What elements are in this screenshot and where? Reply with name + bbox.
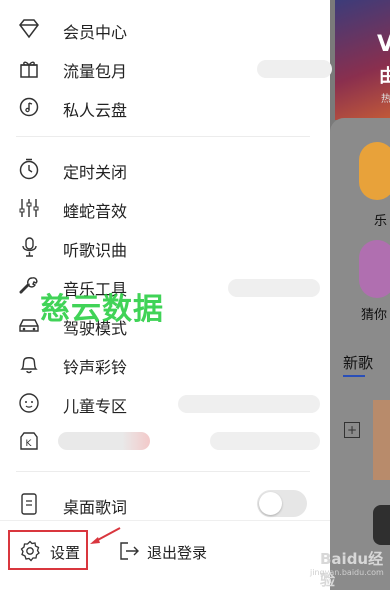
divider: [16, 471, 310, 472]
phone-lyrics-icon: [17, 493, 41, 515]
baidu-watermark-sub: jingyan.baidu.com: [310, 568, 384, 577]
menu-item-sleep-timer[interactable]: 定时关闭: [0, 150, 330, 188]
menu-item-cloud-drive[interactable]: 私人云盘: [0, 88, 330, 126]
settings-button[interactable]: 设置: [8, 530, 88, 570]
menu-item-label: 蝰蛇音效: [63, 202, 128, 221]
menu-item-label: 桌面歌词: [63, 498, 128, 517]
gift-icon: [17, 57, 41, 79]
gear-icon: [19, 540, 41, 562]
timer-icon: [17, 158, 41, 180]
blurred-label: [58, 432, 150, 450]
menu-item-ringtones[interactable]: 铃声彩铃: [0, 345, 330, 383]
menu-item-label: 听歌识曲: [63, 241, 128, 260]
menu-item-label: 定时关闭: [63, 163, 128, 182]
logout-icon: [118, 540, 140, 562]
placeholder-badge: [178, 395, 320, 413]
equalizer-icon: [17, 197, 41, 219]
cloud-music-icon: [17, 96, 41, 118]
album-thumbnail[interactable]: [373, 400, 390, 480]
car-icon: [17, 314, 41, 336]
player-thumbnail[interactable]: [373, 505, 390, 545]
logout-button[interactable]: 退出登录: [118, 538, 228, 568]
background-app: V 由 热 乐 猜你 新歌 +: [330, 0, 390, 590]
add-icon[interactable]: +: [344, 422, 360, 438]
menu-item-vip[interactable]: 会员中心: [0, 10, 330, 48]
tab-underline: [343, 375, 365, 377]
tab-new-songs[interactable]: 新歌: [343, 352, 373, 373]
svg-text:K: K: [26, 439, 33, 449]
diamond-icon: [17, 18, 41, 40]
menu-item-label: 流量包月: [63, 62, 128, 81]
placeholder-badge: [228, 279, 320, 297]
divider: [16, 136, 310, 137]
watermark-text: 慈云数据: [40, 292, 164, 327]
banner-letter: V: [377, 32, 390, 57]
menu-item-label: 会员中心: [63, 23, 128, 42]
banner-sub: 热: [381, 94, 390, 105]
settings-label: 设置: [50, 544, 81, 562]
music-category-icon[interactable]: [359, 142, 390, 200]
logout-label: 退出登录: [147, 544, 208, 562]
baidu-watermark: Baidu经验 jingyan.baidu.com: [290, 540, 385, 589]
background-banner[interactable]: V 由 热: [335, 0, 390, 120]
annotation-arrow: [90, 527, 121, 544]
menu-item-song-recognition[interactable]: 听歌识曲: [0, 228, 330, 266]
menu-item-sound-effects[interactable]: 蝰蛇音效: [0, 189, 330, 227]
kid-face-icon: [17, 392, 41, 414]
wrench-icon: [17, 275, 41, 297]
guess-category-icon[interactable]: [359, 240, 390, 298]
menu-item-label: 儿童专区: [63, 397, 128, 416]
desktop-lyrics-toggle[interactable]: [257, 490, 307, 517]
menu-item-label: 铃声彩铃: [63, 358, 128, 377]
placeholder-badge: [210, 432, 320, 450]
bell-icon: [17, 353, 41, 375]
toggle-knob: [259, 492, 282, 515]
placeholder-badge: [257, 60, 332, 78]
guess-label: 猜你: [361, 308, 388, 323]
mic-recognize-icon: [17, 236, 41, 258]
banner-char: 由: [379, 66, 390, 87]
category-label: 乐: [374, 214, 388, 229]
menu-item-label: 私人云盘: [63, 101, 128, 120]
k-song-icon: K: [17, 430, 41, 452]
